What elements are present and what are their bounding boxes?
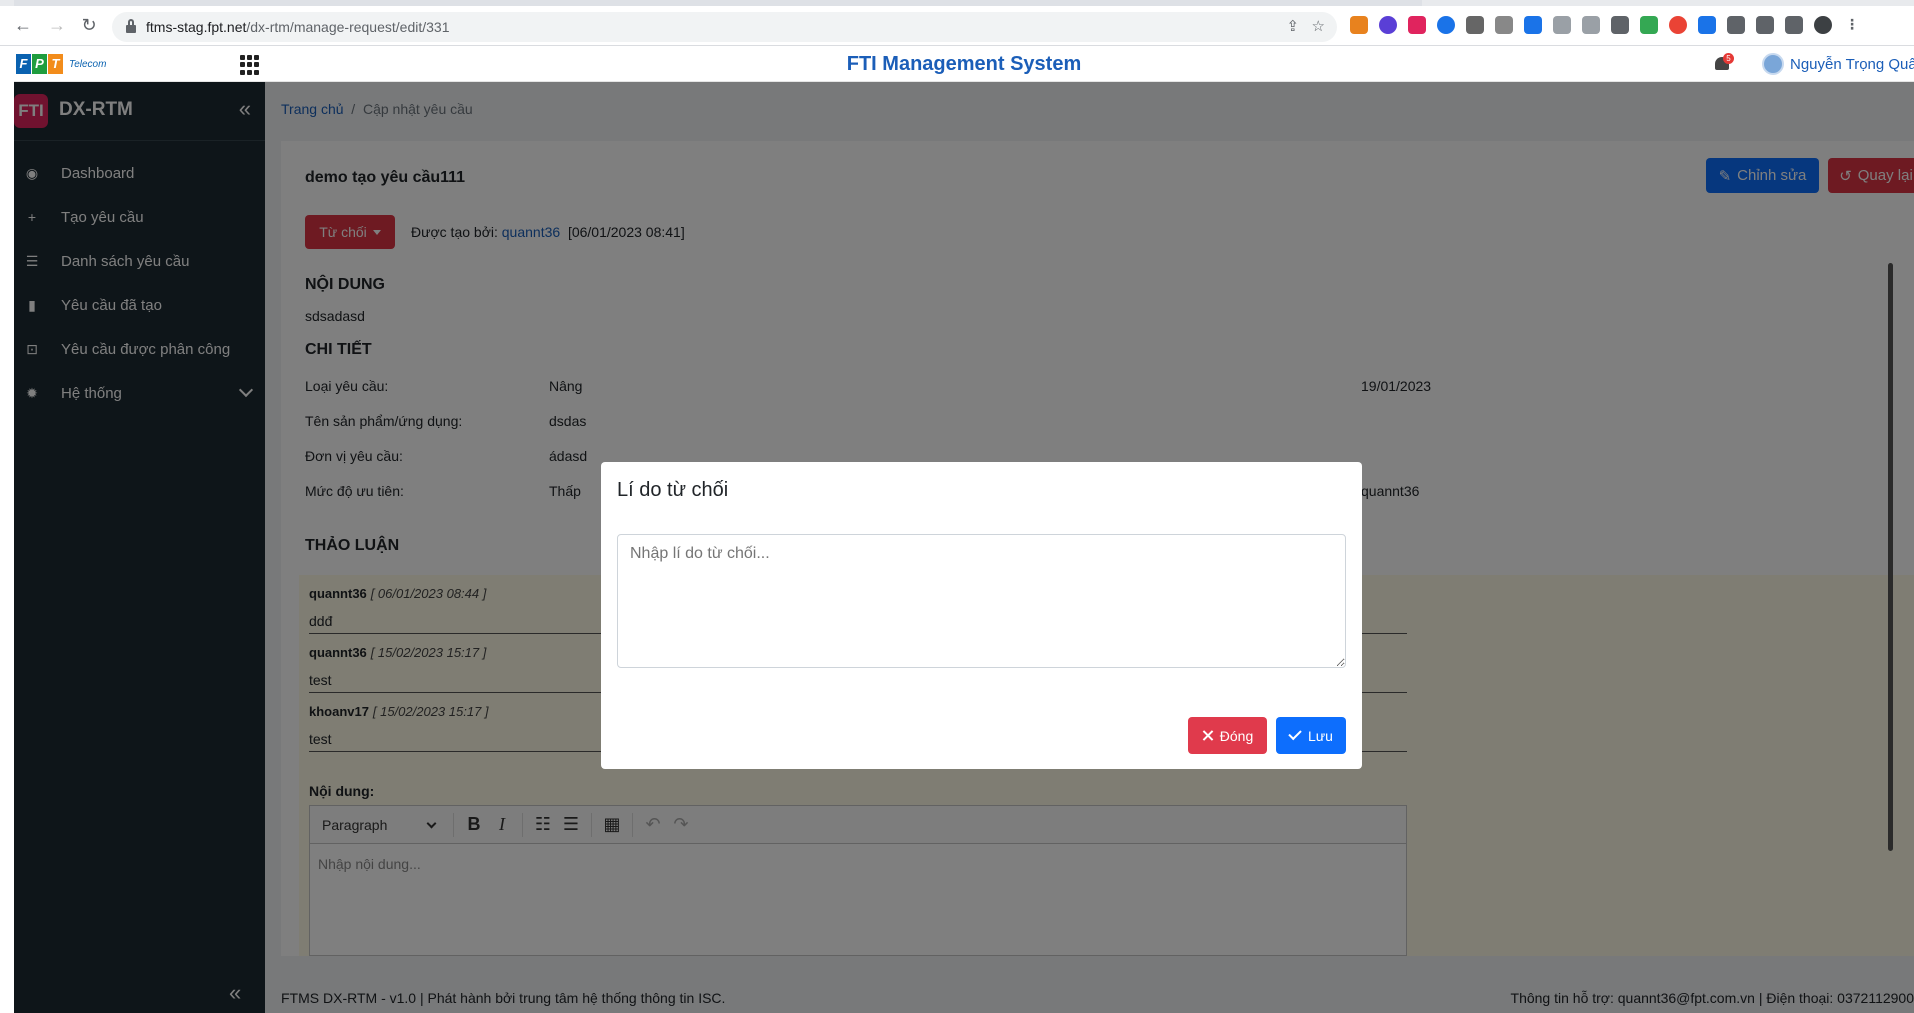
extension-icon[interactable]	[1640, 16, 1658, 34]
left-edge	[0, 47, 14, 1013]
extension-icon[interactable]	[1408, 16, 1426, 34]
system-title: FTI Management System	[846, 53, 1082, 75]
share-icon[interactable]: ⇪	[1286, 18, 1299, 35]
extensions-row: ⋮	[1350, 14, 1861, 36]
reject-reason-input[interactable]	[617, 534, 1346, 668]
reload-icon[interactable]: ↻	[78, 14, 100, 36]
modal-title: Lí do từ chối	[617, 479, 729, 501]
url-path: /dx-rtm/manage-request/edit/331	[246, 19, 450, 35]
save-button-label: Lưu	[1308, 727, 1333, 744]
forward-arrow-icon[interactable]: →	[46, 14, 68, 36]
star-icon[interactable]: ☆	[1312, 18, 1325, 35]
top-header: F P T Telecom FTI Management System 5 Ng…	[14, 47, 1914, 82]
tab-strip	[0, 0, 1914, 6]
notification-badge: 5	[1723, 53, 1734, 64]
user-menu[interactable]: Nguyễn Trọng Quân	[1762, 53, 1914, 75]
back-arrow-icon[interactable]: ←	[12, 14, 34, 36]
address-bar-actions: ⇪ ☆	[1286, 17, 1325, 35]
avatar	[1762, 53, 1784, 75]
browser-toolbar: ← → ↻ ftms-stag.fpt.net/dx-rtm/manage-re…	[0, 0, 1914, 46]
extension-icon[interactable]	[1495, 16, 1513, 34]
modal-backdrop[interactable]: Lí do từ chối Đóng Lưu	[14, 82, 1914, 1013]
url-host: ftms-stag.fpt.net	[146, 19, 247, 35]
extension-icon[interactable]	[1669, 16, 1687, 34]
user-name: Nguyễn Trọng Quân	[1790, 55, 1914, 73]
address-bar[interactable]: ftms-stag.fpt.net/dx-rtm/manage-request/…	[112, 12, 1337, 42]
translate-extension-icon[interactable]	[1524, 16, 1542, 34]
reading-list-icon[interactable]	[1756, 16, 1774, 34]
check-extension-icon[interactable]	[1582, 16, 1600, 34]
qr-extension-icon[interactable]	[1466, 16, 1484, 34]
extension-icon[interactable]	[1553, 16, 1571, 34]
close-icon	[1202, 730, 1213, 741]
reject-reason-modal: Lí do từ chối Đóng Lưu	[601, 462, 1362, 769]
save-button[interactable]: Lưu	[1276, 717, 1346, 754]
extension-icon[interactable]	[1437, 16, 1455, 34]
active-tab[interactable]	[14, 0, 1422, 6]
close-button-label: Đóng	[1219, 727, 1254, 744]
side-panel-icon[interactable]	[1785, 16, 1803, 34]
profile-avatar-icon[interactable]	[1814, 16, 1832, 34]
close-button[interactable]: Đóng	[1188, 717, 1267, 754]
check-icon	[1288, 726, 1302, 741]
notification-bell-icon[interactable]: 5	[1712, 53, 1734, 75]
extension-icon[interactable]	[1698, 16, 1716, 34]
puzzle-icon[interactable]	[1727, 16, 1745, 34]
extension-icon[interactable]	[1379, 16, 1397, 34]
url-text[interactable]: ftms-stag.fpt.net/dx-rtm/manage-request/…	[146, 19, 449, 35]
extension-icon[interactable]	[1611, 16, 1629, 34]
kebab-menu-icon[interactable]: ⋮	[1843, 16, 1861, 34]
lock-icon	[126, 19, 136, 33]
metamask-extension-icon[interactable]	[1350, 16, 1368, 34]
